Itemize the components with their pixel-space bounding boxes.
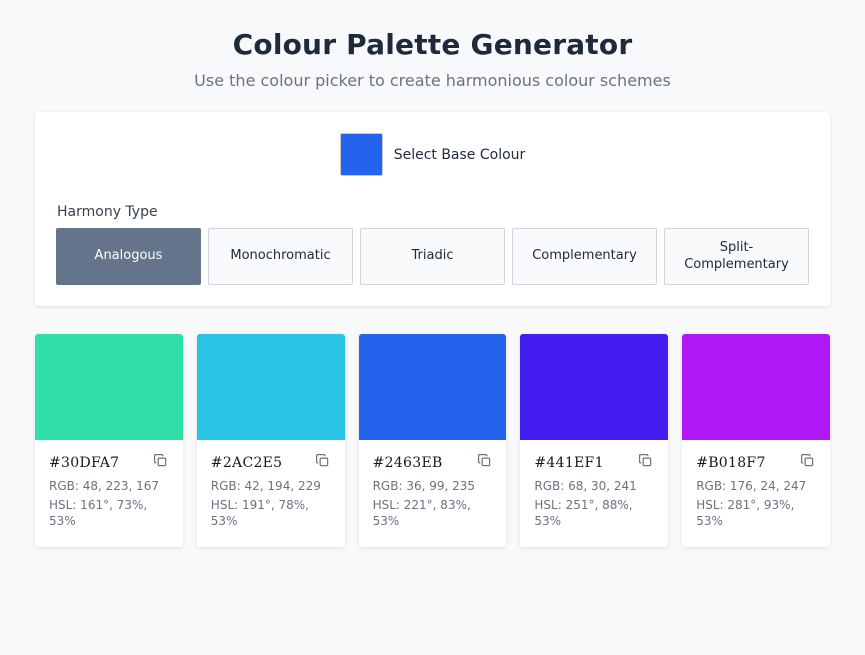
- color-picker-row: Select Base Colour: [35, 133, 830, 176]
- page-title: Colour Palette Generator: [232, 28, 633, 61]
- color-swatch[interactable]: [35, 334, 183, 440]
- harmony-triadic-button[interactable]: Triadic: [360, 228, 505, 285]
- hex-value: #2AC2E5: [210, 455, 283, 471]
- harmony-complementary-button[interactable]: Complementary: [512, 228, 657, 285]
- palette-card: #2AC2E5 RGB: 42, 194, 229 HSL: 191°, 78%…: [196, 334, 345, 547]
- hex-value: #2463EB: [372, 455, 443, 471]
- base-color-input[interactable]: [339, 133, 383, 176]
- hsl-value: HSL: 281°, 93%, 53%: [696, 498, 795, 529]
- harmony-analogous-button[interactable]: Analogous: [56, 228, 201, 285]
- harmony-monochromatic-button[interactable]: Monochromatic: [208, 228, 353, 285]
- harmony-type-label: Harmony Type: [57, 204, 158, 220]
- hsl-value: HSL: 161°, 73%, 53%: [49, 498, 148, 529]
- controls-panel: Select Base Colour Harmony Type Analogou…: [35, 112, 830, 306]
- color-swatch[interactable]: [196, 334, 345, 440]
- page: Colour Palette Generator Use the colour …: [0, 0, 865, 655]
- rgb-value: RGB: 42, 194, 229: [210, 479, 321, 493]
- color-swatch[interactable]: [358, 334, 507, 440]
- color-picker-label: Select Base Colour: [393, 146, 526, 163]
- hsl-value: HSL: 191°, 78%, 53%: [210, 498, 309, 529]
- copy-icon[interactable]: [315, 453, 331, 469]
- copy-icon[interactable]: [638, 453, 654, 469]
- hsl-value: HSL: 221°, 83%, 53%: [372, 498, 471, 529]
- palette-cards: #30DFA7 RGB: 48, 223, 167 HSL: 161°, 73%…: [35, 334, 830, 547]
- copy-icon[interactable]: [153, 453, 169, 469]
- color-swatch[interactable]: [520, 334, 669, 440]
- palette-card: #441EF1 RGB: 68, 30, 241 HSL: 251°, 88%,…: [520, 334, 669, 547]
- rgb-value: RGB: 68, 30, 241: [534, 479, 637, 493]
- hex-value: #B018F7: [696, 455, 766, 471]
- rgb-value: RGB: 176, 24, 247: [696, 479, 807, 493]
- rgb-value: RGB: 36, 99, 235: [372, 479, 476, 493]
- hex-value: #441EF1: [534, 455, 604, 471]
- color-swatch[interactable]: [682, 334, 830, 440]
- rgb-value: RGB: 48, 223, 167: [49, 479, 160, 493]
- harmony-options: Analogous Monochromatic Triadic Compleme…: [56, 228, 809, 285]
- copy-icon[interactable]: [477, 453, 493, 469]
- harmony-split-complementary-button[interactable]: Split-Complementary: [664, 228, 809, 285]
- copy-icon[interactable]: [800, 453, 816, 469]
- palette-card: #30DFA7 RGB: 48, 223, 167 HSL: 161°, 73%…: [35, 334, 183, 547]
- hex-value: #30DFA7: [49, 455, 120, 471]
- palette-card: #2463EB RGB: 36, 99, 235 HSL: 221°, 83%,…: [358, 334, 507, 547]
- palette-card: #B018F7 RGB: 176, 24, 247 HSL: 281°, 93%…: [682, 334, 830, 547]
- hsl-value: HSL: 251°, 88%, 53%: [534, 498, 633, 529]
- page-subtitle: Use the colour picker to create harmonio…: [194, 71, 671, 90]
